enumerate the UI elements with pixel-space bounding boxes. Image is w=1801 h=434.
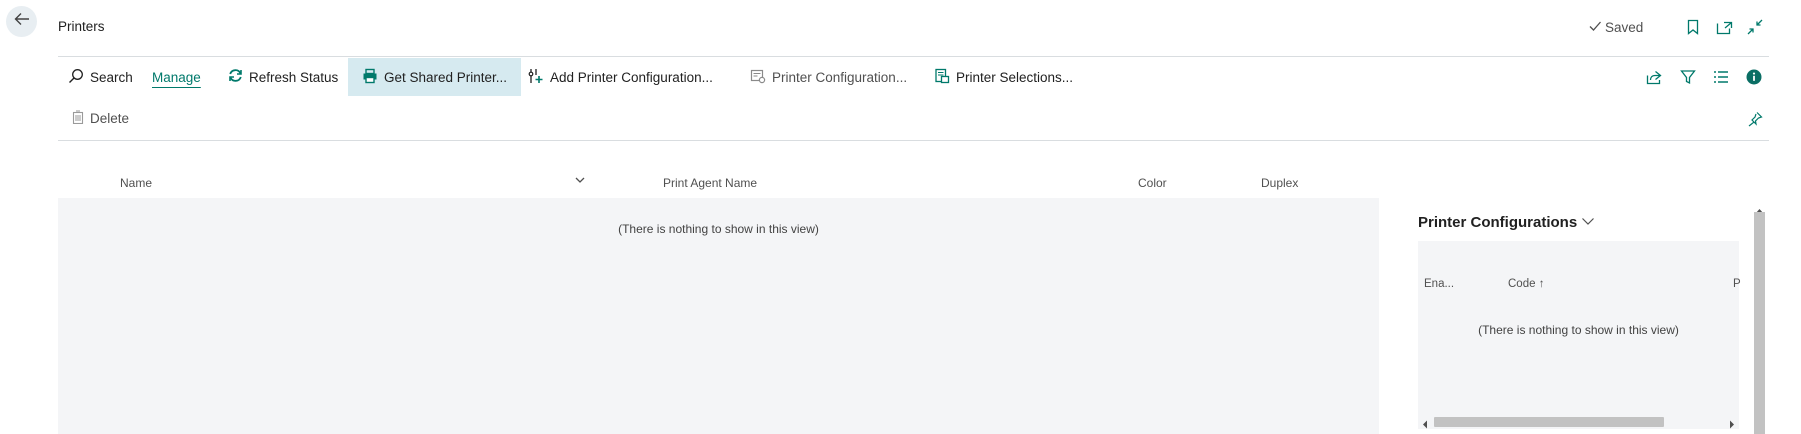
delete-action[interactable]: Delete [72, 110, 129, 127]
list-view-icon[interactable] [1712, 68, 1730, 86]
actionbar-divider [58, 140, 1769, 141]
saved-label: Saved [1605, 20, 1644, 35]
collapse-icon[interactable] [1746, 18, 1764, 36]
search-action[interactable]: Search [68, 58, 133, 96]
factbox-empty-message: (There is nothing to show in this view) [1478, 323, 1679, 337]
printer-selections-label: Printer Selections... [956, 69, 1074, 85]
factbox-horizontal-scrollbar[interactable] [1418, 413, 1739, 429]
checkmark-icon [1588, 19, 1602, 36]
column-header-print-agent-name[interactable]: Print Agent Name [663, 176, 757, 190]
search-icon [68, 68, 84, 87]
printer-configuration-action[interactable]: Printer Configuration... [750, 58, 907, 96]
factbox-title-label: Printer Configurations [1418, 214, 1578, 231]
refresh-status-action[interactable]: Refresh Status [228, 58, 338, 96]
factbox-title[interactable]: Printer Configurations [1418, 214, 1595, 231]
scroll-right-icon[interactable] [1729, 416, 1735, 434]
add-configuration-icon [528, 68, 544, 87]
factbox-vertical-scrollbar[interactable] [1753, 198, 1765, 434]
get-shared-printer-label: Get Shared Printer... [384, 69, 508, 85]
pin-icon[interactable] [1746, 110, 1764, 128]
manage-tab[interactable]: Manage [152, 58, 201, 96]
printers-list: (There is nothing to show in this view) [58, 198, 1379, 434]
header-divider [58, 56, 1769, 57]
factbox-column-truncated[interactable]: P [1733, 278, 1741, 290]
delete-label: Delete [90, 111, 130, 126]
page-title: Printers [58, 19, 105, 34]
scrollbar-thumb[interactable] [1754, 212, 1765, 434]
saved-status: Saved [1588, 19, 1643, 36]
chevron-down-icon[interactable] [574, 174, 586, 189]
column-header-color[interactable]: Color [1138, 176, 1167, 190]
factbox-column-code-label: Code [1508, 278, 1536, 290]
back-button[interactable] [6, 6, 37, 37]
get-shared-printer-action[interactable]: Get Shared Printer... [348, 58, 522, 96]
refresh-status-label: Refresh Status [249, 69, 339, 85]
printer-icon [362, 68, 378, 87]
bookmark-icon[interactable] [1684, 18, 1702, 36]
column-header-duplex[interactable]: Duplex [1261, 176, 1298, 190]
configuration-icon [750, 68, 766, 87]
open-in-new-window-icon[interactable] [1715, 18, 1733, 36]
empty-list-message: (There is nothing to show in this view) [618, 222, 819, 236]
trash-icon [72, 110, 84, 127]
printer-configuration-label: Printer Configuration... [772, 69, 908, 85]
chevron-down-icon [1581, 214, 1595, 231]
scrollbar-thumb[interactable] [1434, 417, 1664, 427]
search-label: Search [90, 69, 133, 85]
filter-icon[interactable] [1679, 68, 1697, 86]
factbox-column-code[interactable]: Code ↑ [1508, 278, 1544, 290]
add-printer-configuration-action[interactable]: Add Printer Configuration... [528, 58, 713, 96]
column-header-name[interactable]: Name [120, 176, 152, 190]
scroll-left-icon[interactable] [1422, 416, 1428, 434]
arrow-left-icon [13, 10, 31, 33]
add-printer-configuration-label: Add Printer Configuration... [550, 69, 713, 85]
printer-selections-icon [934, 68, 950, 87]
printer-configurations-factbox: Ena... Code ↑ P (There is nothing to sho… [1418, 241, 1741, 429]
printer-selections-action[interactable]: Printer Selections... [934, 58, 1073, 96]
refresh-icon [228, 68, 243, 86]
factbox-column-enabled[interactable]: Ena... [1424, 278, 1454, 290]
info-icon[interactable] [1745, 68, 1763, 86]
sort-ascending-icon: ↑ [1538, 278, 1545, 290]
share-icon[interactable] [1645, 68, 1663, 86]
